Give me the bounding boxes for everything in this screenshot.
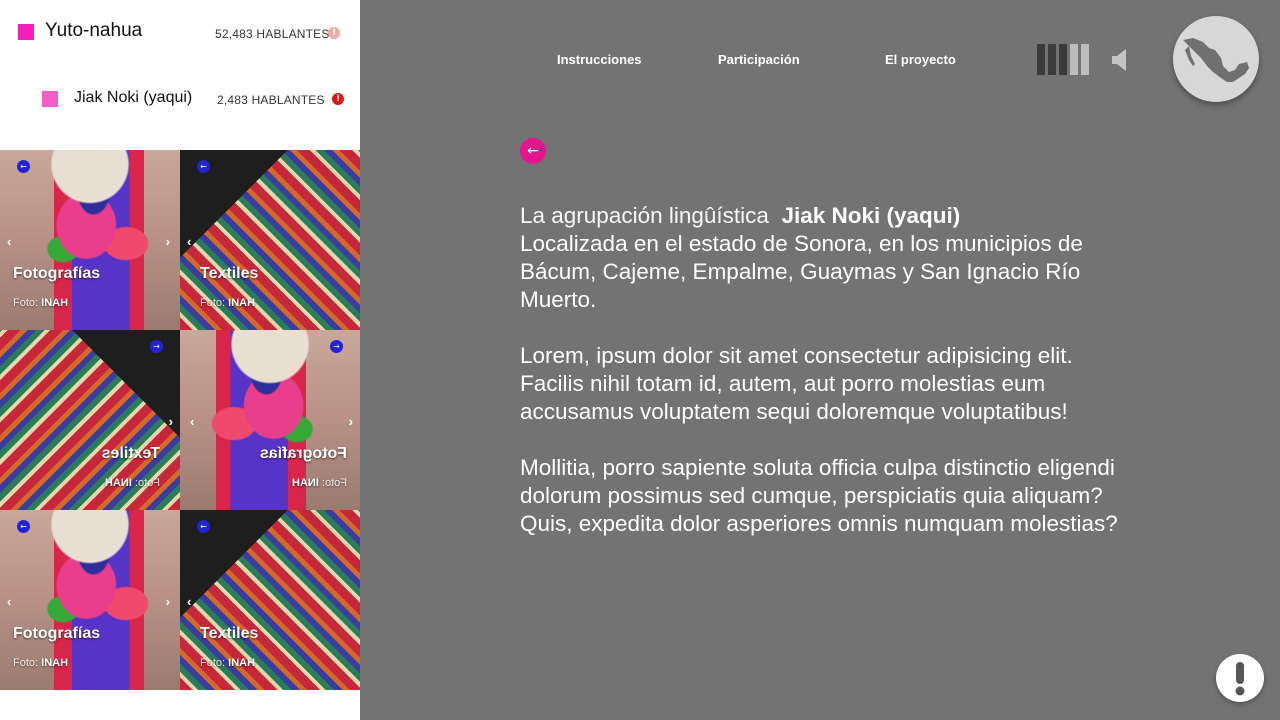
tile-credit: Foto: INAH: [13, 297, 69, 309]
tile-credit: Foto: INAH: [200, 297, 256, 309]
family-speakers: 52,483 HABLANTES: [215, 27, 330, 41]
gallery-tile[interactable]: ← ‹ Textiles Foto: INAH: [180, 510, 360, 690]
alert-circle-icon[interactable]: !: [332, 93, 344, 105]
tile-credit: Foto: INAH: [104, 477, 160, 489]
group-name: Jiak Noki (yaqui): [74, 89, 193, 106]
help-button[interactable]: [1216, 654, 1264, 702]
volume-bar[interactable]: [1081, 44, 1089, 75]
intro-paragraph: La agrupación lingûística Jiak Noki (yaq…: [520, 202, 1130, 314]
arrow-left-icon[interactable]: ←: [17, 520, 30, 533]
group-color-swatch: [42, 91, 58, 107]
exclamation-icon: [1235, 662, 1245, 696]
volume-bar[interactable]: [1070, 44, 1078, 75]
arrow-left-icon[interactable]: ←: [150, 340, 163, 353]
tile-credit: Foto: INAH: [13, 657, 69, 669]
tile-title: Fotografías: [13, 625, 101, 642]
volume-control[interactable]: [1037, 44, 1132, 76]
location-text: Localizada en el estado de Sonora, en lo…: [520, 231, 1083, 312]
gallery-tile[interactable]: ← ‹ Textiles Foto: INAH: [180, 150, 360, 330]
nav-project[interactable]: El proyecto: [885, 52, 956, 67]
group-speakers: 2,483 HABLANTES: [217, 93, 325, 107]
chevron-left-icon[interactable]: ‹: [349, 414, 353, 429]
media-gallery: ← ‹ › Fotografías Foto: INAH ← ‹ Textile…: [0, 150, 360, 690]
nav-participation[interactable]: Participación: [718, 52, 800, 67]
tile-title: Textiles: [200, 265, 259, 282]
language-group-row[interactable]: Jiak Noki (yaqui) 2,483 HABLANTES !: [0, 66, 360, 132]
family-color-swatch: [18, 24, 34, 40]
back-button[interactable]: ←: [520, 138, 546, 164]
mexico-map-button[interactable]: [1173, 16, 1259, 102]
tile-title: Fotografías: [13, 265, 101, 282]
tile-title: Textiles: [101, 445, 160, 462]
language-panel: Yuto-nahua 52,483 HABLANTES ! Jiak Noki …: [0, 0, 360, 720]
speaker-icon[interactable]: [1111, 48, 1131, 72]
chevron-right-icon[interactable]: ›: [190, 414, 194, 429]
chevron-left-icon[interactable]: ‹: [187, 234, 191, 249]
volume-bar[interactable]: [1048, 44, 1056, 75]
arrow-left-icon[interactable]: ←: [197, 160, 210, 173]
tile-credit: Foto: INAH: [291, 477, 347, 489]
paragraph-3: Mollitia, porro sapiente soluta officia …: [520, 455, 1118, 536]
chevron-right-icon[interactable]: ›: [166, 594, 170, 609]
gallery-tile[interactable]: ← ‹ › Fotografías Foto: INAH: [180, 330, 360, 510]
intro-group-name: Jiak Noki (yaqui): [781, 203, 961, 228]
chevron-left-icon[interactable]: ‹: [7, 594, 11, 609]
language-family-row[interactable]: Yuto-nahua 52,483 HABLANTES !: [0, 0, 360, 66]
arrow-left-icon[interactable]: ←: [17, 160, 30, 173]
nav-instructions[interactable]: Instrucciones: [557, 52, 642, 67]
paragraph-2: Lorem, ipsum dolor sit amet consectetur …: [520, 343, 1073, 424]
mexico-map-icon: [1183, 38, 1249, 82]
chevron-left-icon[interactable]: ‹: [7, 234, 11, 249]
chevron-left-icon[interactable]: ‹: [187, 594, 191, 609]
tile-title: Textiles: [200, 625, 259, 642]
arrow-left-icon: ←: [527, 143, 539, 159]
volume-bar[interactable]: [1059, 44, 1067, 75]
family-name: Yuto-nahua: [45, 20, 143, 41]
gallery-tile[interactable]: ← ‹ › Fotografías Foto: INAH: [0, 150, 180, 330]
chevron-left-icon[interactable]: ‹: [169, 414, 173, 429]
arrow-left-icon[interactable]: ←: [197, 520, 210, 533]
chevron-right-icon[interactable]: ›: [166, 234, 170, 249]
gallery-tile[interactable]: ← ‹ › Fotografías Foto: INAH: [0, 510, 180, 690]
tile-title: Fotografías: [259, 445, 347, 462]
gallery-tile[interactable]: ← ‹ Textiles Foto: INAH: [0, 330, 180, 510]
intro-lead: La agrupación lingûística: [520, 203, 769, 228]
arrow-left-icon[interactable]: ←: [330, 340, 343, 353]
tile-credit: Foto: INAH: [200, 657, 256, 669]
description-content: La agrupación lingûística Jiak Noki (yaq…: [520, 202, 1130, 566]
volume-bar[interactable]: [1037, 44, 1045, 75]
alert-circle-icon[interactable]: !: [328, 27, 340, 39]
